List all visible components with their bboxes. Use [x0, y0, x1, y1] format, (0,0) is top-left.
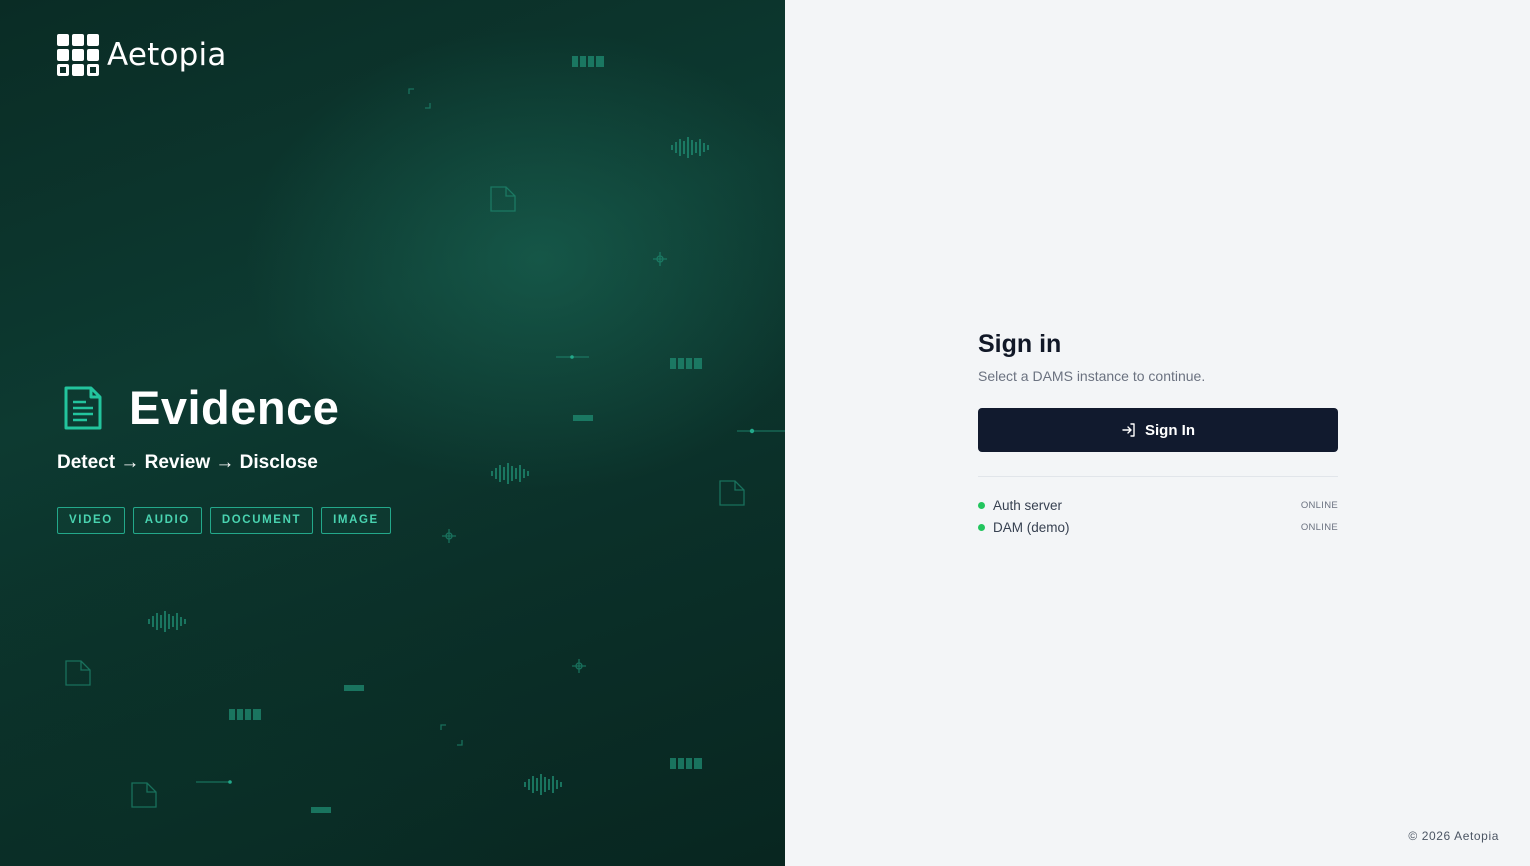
document-deco-icon	[719, 480, 745, 506]
bars-deco-icon	[572, 56, 604, 67]
service-state: ONLINE	[1300, 499, 1338, 511]
copyright-footer: © 2026 Aetopia	[1408, 829, 1499, 843]
signin-title: Sign in	[978, 330, 1062, 358]
status-row-dam: DAM (demo) ONLINE	[978, 516, 1338, 538]
signin-subtitle: Select a DAMS instance to continue.	[978, 368, 1206, 384]
document-deco-icon	[65, 660, 91, 686]
crosshair-deco-icon	[442, 529, 456, 543]
brand-logo[interactable]: Aetopia	[57, 34, 227, 76]
waveform-deco-icon	[148, 611, 186, 632]
bars-deco-icon	[229, 709, 261, 720]
document-deco-icon	[131, 782, 157, 808]
waveform-deco-icon	[671, 137, 709, 158]
crosshair-deco-icon	[653, 252, 667, 266]
waveform-deco-icon	[524, 774, 562, 795]
bars-deco-icon	[670, 758, 702, 769]
service-state: ONLINE	[1300, 521, 1338, 533]
status-dot-icon	[978, 523, 985, 531]
login-arrow-icon	[1122, 423, 1135, 437]
chip-video: VIDEO	[57, 507, 125, 534]
document-deco-icon	[490, 186, 516, 212]
bars-deco-icon	[670, 358, 702, 369]
product-title: Evidence	[129, 381, 340, 434]
product-header: Evidence	[63, 380, 339, 435]
divider	[978, 476, 1338, 477]
waveform-deco-icon	[491, 463, 529, 484]
hero-panel: Aetopia Evidence Detect → Review → Discl…	[0, 0, 785, 866]
service-name: DAM (demo)	[993, 519, 1070, 535]
status-dot-icon	[978, 501, 985, 509]
chip-audio: AUDIO	[132, 507, 202, 534]
media-type-chips: VIDEO AUDIO DOCUMENT IMAGE	[57, 507, 391, 534]
workflow-tagline: Detect → Review → Disclose	[57, 452, 318, 473]
service-status-list: Auth server ONLINE DAM (demo) ONLINE	[978, 494, 1338, 538]
logo-grid-icon	[57, 34, 99, 76]
status-row-auth: Auth server ONLINE	[978, 494, 1338, 516]
sign-in-button[interactable]: Sign In	[978, 408, 1338, 452]
chip-document: DOCUMENT	[209, 507, 314, 534]
chip-image: IMAGE	[321, 507, 391, 534]
signin-panel: Sign in Select a DAMS instance to contin…	[785, 0, 1530, 866]
document-icon	[64, 386, 102, 429]
service-name: Auth server	[993, 497, 1063, 513]
sign-in-label: Sign In	[1145, 421, 1195, 439]
crosshair-deco-icon	[572, 659, 586, 673]
signin-card: Sign in Select a DAMS instance to contin…	[978, 330, 1338, 538]
brand-name: Aetopia	[107, 37, 227, 73]
